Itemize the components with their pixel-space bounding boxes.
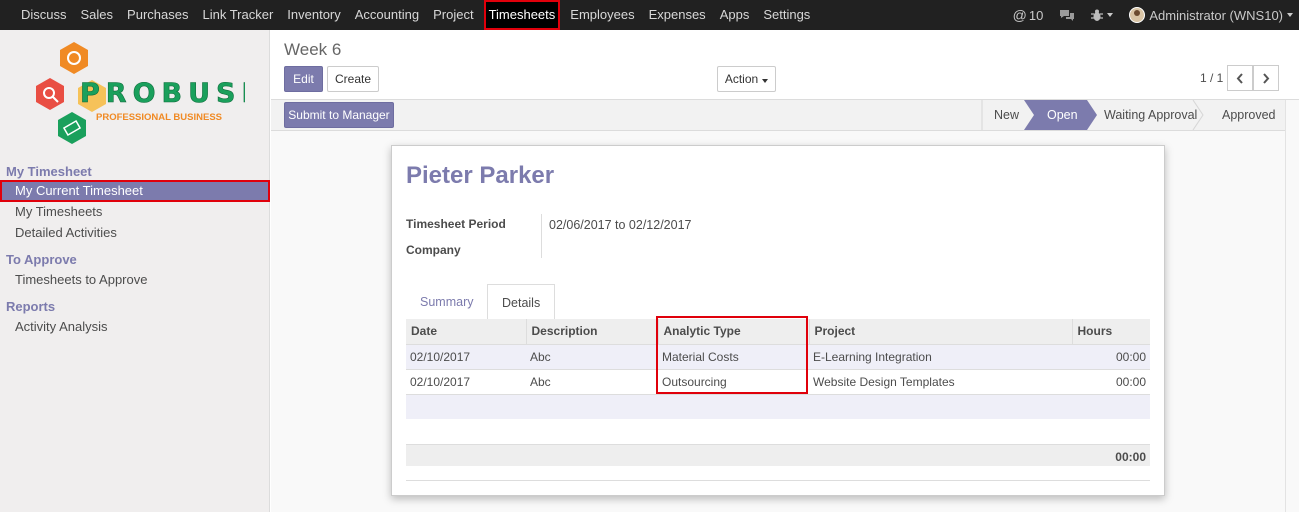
stage-approved[interactable]: Approved (1222, 100, 1276, 130)
systray: @ 10 Administrator (WNS10) (997, 0, 1293, 30)
employee-name: Pieter Parker (406, 162, 555, 189)
divider (406, 480, 1150, 481)
notebook-tabs: Summary Details (406, 284, 1150, 322)
cell-date: 02/10/2017 (406, 343, 526, 369)
app-menu: Discuss Sales Purchases Link Tracker Inv… (14, 0, 817, 30)
debug-button[interactable] (1091, 9, 1114, 22)
table-header-row: Date Description Analytic Type Project H… (406, 319, 1150, 344)
edit-button[interactable]: Edit (284, 66, 323, 92)
cell-description: Abc (526, 343, 658, 369)
section-my-timesheet: My Timesheet (6, 164, 92, 179)
stage-new[interactable]: New (994, 100, 1019, 130)
tab-details[interactable]: Details (487, 284, 556, 322)
avatar (1129, 7, 1146, 23)
submit-to-manager-button[interactable]: Submit to Manager (284, 102, 394, 128)
column-hours[interactable]: Hours (1071, 319, 1150, 344)
form-statusbar: Submit to Manager New Open Waiting Appro… (271, 100, 1299, 131)
user-label: Administrator (WNS10) (1149, 7, 1283, 23)
column-description[interactable]: Description (525, 319, 658, 344)
breadcrumb: Week 6 (284, 40, 342, 59)
pager-value: 1 / 1 (1200, 71, 1224, 85)
main-content: Week 6 Edit Create Action 1 / 1 Submit t… (271, 30, 1299, 512)
menu-link-tracker[interactable]: Link Tracker (195, 0, 280, 30)
timesheet-lines-table: Date Description Analytic Type Project H… (406, 319, 1150, 394)
menu-sales[interactable]: Sales (74, 0, 121, 30)
chevron-down-icon (1287, 13, 1293, 17)
cell-analytic-type: Outsourcing (658, 368, 809, 394)
cell-hours: 00:00 (1072, 368, 1150, 394)
pager-previous-button[interactable] (1227, 65, 1253, 91)
sidebar-item-timesheets-to-approve[interactable]: Timesheets to Approve (0, 269, 270, 291)
table-row[interactable]: 02/10/2017 Abc Outsourcing Website Desig… (406, 368, 1150, 394)
top-navbar: Discuss Sales Purchases Link Tracker Inv… (0, 0, 1299, 30)
stage-open[interactable]: Open (1047, 100, 1078, 130)
user-menu[interactable]: Administrator (WNS10) (1129, 7, 1293, 23)
scrollbar[interactable] (1285, 100, 1299, 512)
create-button[interactable]: Create (327, 66, 379, 92)
column-project[interactable]: Project (808, 319, 1072, 344)
form-sheet: Pieter Parker Timesheet Period Company 0… (391, 145, 1165, 496)
chat-button[interactable] (1059, 9, 1075, 22)
bug-icon (1091, 9, 1104, 21)
chevron-left-icon (1236, 73, 1243, 84)
column-analytic-type[interactable]: Analytic Type (657, 319, 809, 344)
field-divider (541, 214, 542, 258)
menu-timesheets[interactable]: Timesheets (483, 0, 561, 30)
logo-brand: PROBUSE (80, 78, 245, 109)
menu-purchases[interactable]: Purchases (120, 0, 195, 30)
cell-date: 02/10/2017 (406, 368, 526, 394)
tab-summary[interactable]: Summary (406, 284, 487, 321)
menu-inventory[interactable]: Inventory (280, 0, 347, 30)
total-row: 00:00 (406, 444, 1150, 466)
mentions-count: 10 (1028, 7, 1044, 23)
company-logo: PROBUSE PROFESSIONAL BUSINESS (36, 42, 245, 144)
section-reports: Reports (6, 299, 56, 314)
menu-project[interactable]: Project (426, 0, 480, 30)
mentions-button[interactable]: @ 10 (1013, 7, 1044, 23)
chevron-right-icon (1263, 73, 1270, 84)
company-label: Company (406, 243, 461, 257)
menu-discuss[interactable]: Discuss (14, 0, 74, 30)
control-panel: Week 6 Edit Create Action 1 / 1 (271, 30, 1299, 100)
chevron-down-icon (762, 79, 769, 83)
chat-icon (1060, 9, 1075, 21)
logo-tagline: PROFESSIONAL BUSINESS (96, 112, 222, 123)
at-icon: @ (1012, 7, 1027, 23)
timesheet-period-label: Timesheet Period (406, 217, 506, 231)
cell-description: Abc (526, 368, 658, 394)
menu-settings[interactable]: Settings (756, 0, 817, 30)
total-hours: 00:00 (1115, 450, 1146, 464)
sidebar-item-my-current-timesheet[interactable]: My Current Timesheet (0, 180, 270, 202)
sidebar: PROBUSE PROFESSIONAL BUSINESS My Timeshe… (0, 30, 270, 512)
menu-employees[interactable]: Employees (563, 0, 641, 30)
sidebar-item-activity-analysis[interactable]: Activity Analysis (0, 316, 270, 338)
sidebar-item-detailed-activities[interactable]: Detailed Activities (0, 222, 270, 244)
cell-project: Website Design Templates (809, 368, 1072, 394)
cell-analytic-type: Material Costs (658, 343, 809, 369)
timesheet-period-value: 02/06/2017 to 02/12/2017 (549, 218, 692, 232)
stage-waiting-approval[interactable]: Waiting Approval (1104, 100, 1197, 130)
sidebar-item-my-timesheets[interactable]: My Timesheets (0, 201, 270, 223)
menu-expenses[interactable]: Expenses (642, 0, 713, 30)
menu-apps[interactable]: Apps (713, 0, 757, 30)
cell-project: E-Learning Integration (809, 343, 1072, 369)
pager-next-button[interactable] (1253, 65, 1279, 91)
add-line-row[interactable] (406, 394, 1150, 419)
menu-accounting[interactable]: Accounting (348, 0, 426, 30)
chevron-down-icon (1107, 13, 1114, 17)
section-to-approve: To Approve (6, 252, 77, 267)
column-date[interactable]: Date (406, 319, 526, 344)
table-row[interactable]: 02/10/2017 Abc Material Costs E-Learning… (406, 343, 1150, 369)
action-label: Action (724, 72, 759, 86)
action-dropdown[interactable]: Action (717, 66, 776, 92)
cell-hours: 00:00 (1072, 343, 1150, 369)
